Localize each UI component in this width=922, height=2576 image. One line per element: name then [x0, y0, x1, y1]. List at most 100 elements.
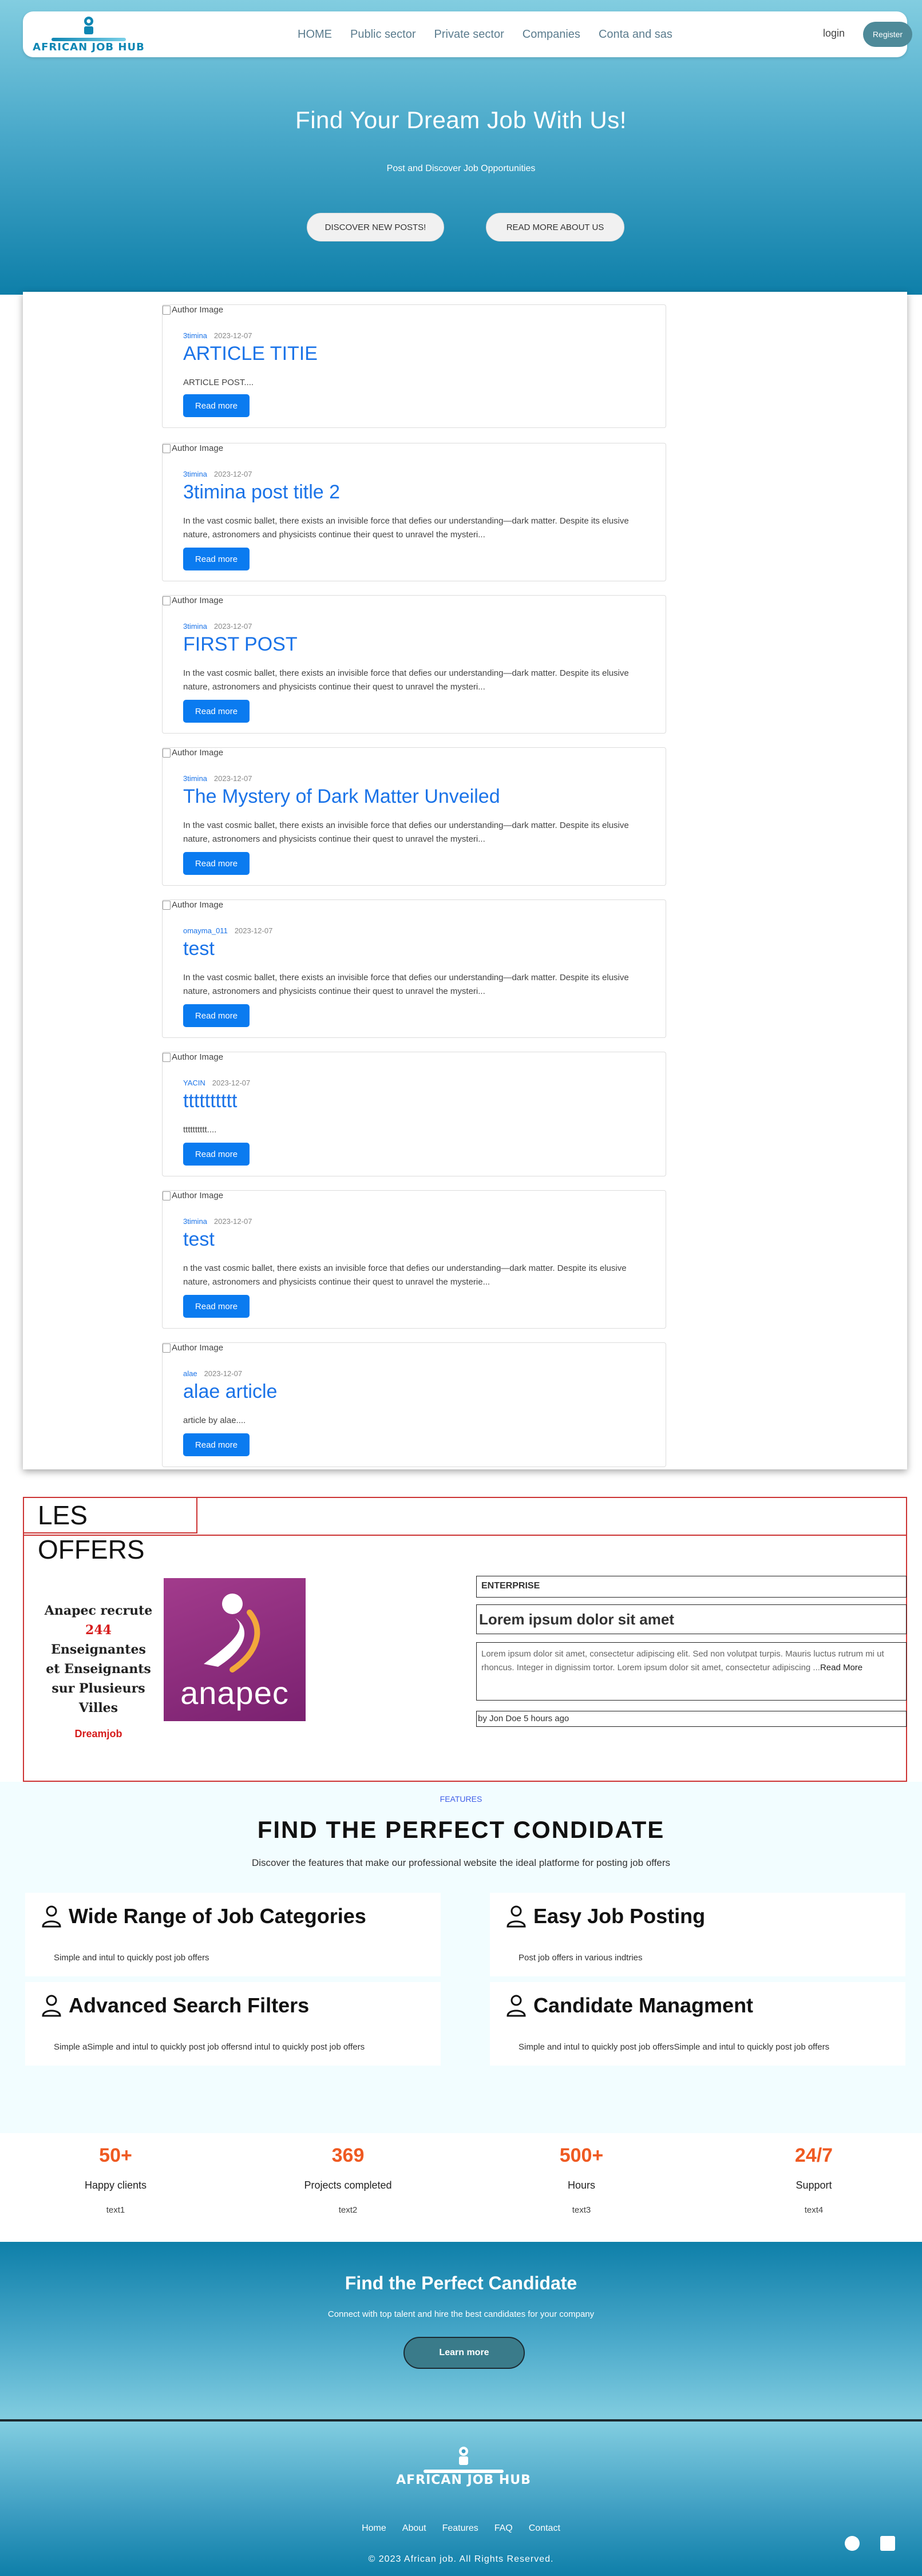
post-date: 2023-12-07: [213, 331, 252, 340]
learn-more-button[interactable]: Learn more: [403, 2337, 525, 2369]
nav-home[interactable]: HOME: [298, 28, 332, 41]
post-excerpt: In the vast cosmic ballet, there exists …: [183, 516, 629, 540]
discover-posts-button[interactable]: DISCOVER NEW POSTS!: [307, 213, 444, 241]
post-card: Author Image YACIN 2023-12-07 tttttttttt …: [162, 1052, 666, 1176]
footer-logo[interactable]: AFRICAN JOB HUB: [395, 2446, 532, 2489]
offers-section: LES OFFERS Anapec recrute 244 Enseignant…: [23, 1497, 907, 1782]
site-logo[interactable]: AFRICAN JOB HUB: [29, 15, 149, 54]
features-section: FEATURES FIND THE PERFECT CONDIDATE Disc…: [0, 1782, 922, 2133]
post-card: Author Image 3timina 2023-12-07 test n th…: [162, 1190, 666, 1329]
broken-image-icon: [163, 305, 171, 315]
read-more-button[interactable]: Read more: [183, 1143, 250, 1166]
read-more-button[interactable]: Read more: [183, 1004, 250, 1027]
read-more-button[interactable]: Read more: [183, 548, 250, 570]
author-image-alt: Author Image: [172, 596, 224, 605]
broken-image-icon: [163, 748, 171, 758]
user-icon: [42, 1905, 61, 1928]
stat-item: 24/7 Support text4: [728, 2133, 900, 2215]
broken-image-icon: [163, 443, 171, 453]
post-author[interactable]: 3timina: [183, 470, 207, 478]
read-more-about-button[interactable]: READ MORE ABOUT US: [486, 213, 624, 241]
post-card: Author Image alae 2023-12-07 alae article…: [162, 1342, 666, 1467]
footer-links: Home About Features FAQ Contact: [0, 2523, 922, 2534]
author-image-alt: Author Image: [172, 748, 224, 758]
user-icon: [506, 1905, 526, 1928]
post-excerpt: ARTICLE POST....: [183, 378, 254, 387]
footer-link-features[interactable]: Features: [442, 2523, 478, 2534]
enterprise-read-more[interactable]: Read More: [820, 1663, 862, 1673]
post-meta: 3timina 2023-12-07: [183, 470, 252, 478]
register-button[interactable]: Register: [863, 22, 912, 47]
author-image-alt: Author Image: [172, 305, 224, 315]
post-title[interactable]: alae article: [183, 1381, 277, 1403]
post-author[interactable]: 3timina: [183, 1217, 207, 1226]
read-more-button[interactable]: Read more: [183, 700, 250, 723]
post-author[interactable]: 3timina: [183, 774, 207, 783]
hero-subtitle: Post and Discover Job Opportunities: [386, 164, 536, 173]
footer-link-faq[interactable]: FAQ: [494, 2523, 513, 2534]
feature-desc: Simple and intul to quickly post job off…: [54, 1953, 209, 1963]
post-date: 2023-12-07: [212, 1079, 251, 1087]
post-author[interactable]: YACIN: [183, 1079, 205, 1087]
post-title[interactable]: FIRST POST: [183, 633, 298, 656]
post-excerpt: article by alae....: [183, 1416, 246, 1425]
read-more-button[interactable]: Read more: [183, 1295, 250, 1318]
feature-card: Wide Range of Job Categories Simple and …: [25, 1893, 441, 1976]
nav-companies[interactable]: Companies: [523, 28, 580, 41]
post-title[interactable]: test: [183, 1228, 215, 1251]
broken-image-icon: [163, 900, 171, 910]
post-title[interactable]: tttttttttt: [183, 1090, 237, 1112]
post-date: 2023-12-07: [213, 470, 252, 478]
stat-label: Support: [796, 2179, 832, 2191]
offers-tab[interactable]: LES OFFERS: [23, 1497, 197, 1564]
read-more-button[interactable]: Read more: [183, 852, 250, 875]
read-more-button[interactable]: Read more: [183, 1433, 250, 1456]
main-nav: HOME Public sector Private sector Compan…: [298, 11, 691, 57]
read-more-button[interactable]: Read more: [183, 394, 250, 417]
post-author[interactable]: alae: [183, 1369, 197, 1378]
features-title: FIND THE PERFECT CONDIDATE: [257, 1816, 665, 1843]
footer-link-home[interactable]: Home: [362, 2523, 386, 2534]
feature-title: Wide Range of Job Categories: [69, 1904, 366, 1928]
stat-subtext: text3: [572, 2205, 591, 2215]
post-meta: omayma_011 2023-12-07: [183, 926, 272, 935]
author-image: Author Image: [163, 305, 223, 315]
dreamjob-offer-card[interactable]: Anapec recrute 244 Enseignantes et Ensei…: [41, 1590, 156, 1739]
post-title[interactable]: test: [183, 938, 215, 960]
stat-label: Hours: [567, 2179, 595, 2191]
nav-conta-and-sas[interactable]: Conta and sas: [599, 28, 672, 41]
post-title[interactable]: 3timina post title 2: [183, 481, 340, 504]
post-title[interactable]: The Mystery of Dark Matter Unveiled: [183, 786, 500, 808]
offers-divider: [24, 1535, 906, 1536]
post-card: Author Image 3timina 2023-12-07 The Myste…: [162, 747, 666, 886]
author-image: Author Image: [163, 443, 223, 453]
author-image-alt: Author Image: [172, 900, 224, 910]
linkedin-icon[interactable]: [880, 2536, 895, 2551]
post-excerpt: In the vast cosmic ballet, there exists …: [183, 973, 629, 996]
stat-number: 50+: [99, 2145, 132, 2166]
login-link[interactable]: login: [823, 27, 845, 39]
nav-public-sector[interactable]: Public sector: [350, 28, 416, 41]
anapec-logo[interactable]: anapec: [164, 1578, 306, 1721]
enterprise-title[interactable]: Lorem ipsum dolor sit amet: [476, 1604, 907, 1634]
footer-link-about[interactable]: About: [402, 2523, 426, 2534]
feature-desc: Simple aSimple and intul to quickly post…: [54, 2042, 365, 2052]
feature-title: Advanced Search Filters: [69, 1994, 310, 2017]
broken-image-icon: [163, 1191, 171, 1200]
post-meta: 3timina 2023-12-07: [183, 622, 252, 631]
stat-item: 500+ Hours text3: [496, 2133, 667, 2215]
stat-number: 500+: [559, 2145, 604, 2166]
logo-pin-icon: [459, 2447, 468, 2465]
nav-private-sector[interactable]: Private sector: [434, 28, 504, 41]
post-author[interactable]: 3timina: [183, 622, 207, 631]
post-author[interactable]: omayma_011: [183, 926, 228, 935]
offer-line-3: et Enseignants: [46, 1662, 151, 1677]
author-image: Author Image: [163, 1343, 223, 1353]
features-kicker: FEATURES: [440, 1794, 482, 1804]
post-author[interactable]: 3timina: [183, 331, 207, 340]
post-meta: alae 2023-12-07: [183, 1369, 242, 1378]
facebook-icon[interactable]: [845, 2536, 860, 2551]
footer-link-contact[interactable]: Contact: [529, 2523, 560, 2534]
feature-title: Candidate Managment: [533, 1994, 754, 2017]
post-title[interactable]: ARTICLE TITIE: [183, 343, 318, 365]
